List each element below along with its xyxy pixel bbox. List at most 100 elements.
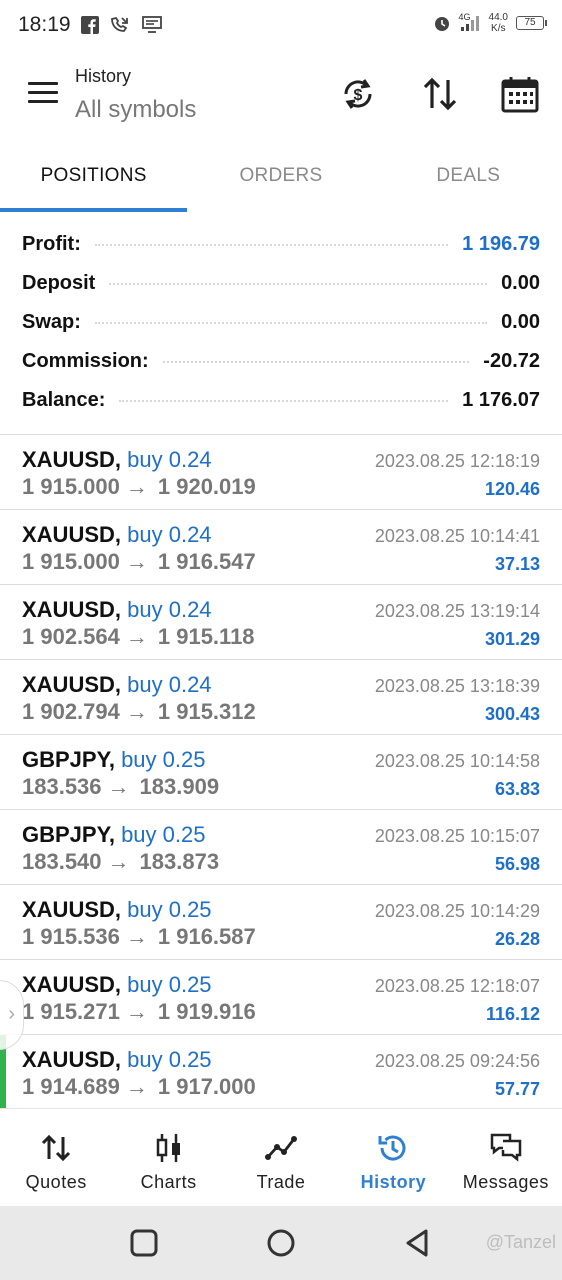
summary-value: 0.00 xyxy=(501,272,540,294)
charts-icon xyxy=(156,1134,180,1162)
position-symbol: GBPJPY, buy 0.25 xyxy=(22,747,206,772)
summary-row-profit: Profit: 1 196.79 xyxy=(0,225,562,264)
position-time: 2023.08.25 13:18:39 xyxy=(374,676,540,696)
position-profit: 300.43 xyxy=(484,704,540,724)
alarm-icon xyxy=(434,17,449,31)
summary-row-commission: Commission: -20.72 xyxy=(0,342,562,381)
battery-indicator: 75 xyxy=(516,16,547,30)
position-symbol: XAUUSD, buy 0.25 xyxy=(22,972,212,997)
position-time: 2023.08.25 12:18:19 xyxy=(374,451,540,471)
position-profit: 120.46 xyxy=(484,479,540,499)
chevron-right-icon: › xyxy=(8,1003,15,1025)
list-item[interactable]: XAUUSD, buy 0.25 1 915.271 → 1 919.916 202… xyxy=(0,960,562,1035)
svg-text:$: $ xyxy=(354,87,363,104)
net-speed-value: 44.0 xyxy=(488,12,508,23)
nav-label: History xyxy=(360,1172,427,1192)
position-symbol: XAUUSD, buy 0.24 xyxy=(22,522,212,547)
nav-history[interactable]: History xyxy=(337,1109,449,1206)
status-bar: 18:19 4G 44.0 K/s 75 xyxy=(0,0,562,50)
tab-deals[interactable]: DEALS xyxy=(375,150,562,212)
arrow-icon: → xyxy=(125,549,148,574)
list-item[interactable]: XAUUSD, buy 0.24 1 915.000 → 1 920.019 202… xyxy=(0,435,562,510)
arrow-icon: → xyxy=(125,924,148,949)
dotted-leader xyxy=(109,282,488,285)
position-profit: 26.28 xyxy=(494,929,540,949)
position-symbol: XAUUSD, buy 0.24 xyxy=(22,597,212,622)
position-time: 2023.08.25 12:18:07 xyxy=(374,976,540,996)
network-type-label: 4G xyxy=(458,12,471,22)
nav-quotes[interactable]: Quotes xyxy=(0,1109,112,1206)
account-summary: Profit: 1 196.79 Deposit 0.00 Swap: 0.00… xyxy=(0,225,562,420)
arrow-icon: → xyxy=(125,999,148,1024)
dotted-leader xyxy=(94,321,488,324)
position-symbol: XAUUSD, buy 0.25 xyxy=(22,897,212,922)
arrow-icon: → xyxy=(125,474,148,499)
dotted-leader xyxy=(94,243,449,246)
desktop-notification-icon xyxy=(141,16,162,33)
summary-row-swap: Swap: 0.00 xyxy=(0,303,562,342)
net-speed: 44.0 K/s xyxy=(489,12,508,34)
position-side: buy 0.25 xyxy=(121,822,206,847)
positions-list: XAUUSD, buy 0.24 1 915.000 → 1 920.019 202… xyxy=(0,435,562,1110)
sort-icon[interactable] xyxy=(420,74,460,114)
position-time: 2023.08.25 10:14:41 xyxy=(374,526,540,546)
arrow-icon: → xyxy=(107,774,130,799)
dotted-leader xyxy=(119,399,449,402)
arrow-icon: → xyxy=(125,1074,148,1099)
status-icons-right: 4G 44.0 K/s 75 xyxy=(433,12,547,34)
position-symbol: XAUUSD, buy 0.24 xyxy=(22,447,212,472)
messages-icon xyxy=(490,1133,522,1162)
position-side: buy 0.25 xyxy=(127,972,212,997)
position-side: buy 0.24 xyxy=(127,522,212,547)
position-side: buy 0.24 xyxy=(127,672,212,697)
calendar-icon[interactable] xyxy=(500,74,540,114)
facebook-icon xyxy=(80,16,99,34)
nav-charts[interactable]: Charts xyxy=(112,1109,224,1206)
position-time: 2023.08.25 10:14:58 xyxy=(374,751,540,771)
list-item[interactable]: XAUUSD, buy 0.25 1 914.689 → 1 917.000 202… xyxy=(0,1035,562,1110)
position-prices: 1 902.794 → 1 915.312 xyxy=(22,699,256,724)
summary-label: Balance: xyxy=(22,389,106,411)
position-prices: 1 914.689 → 1 917.000 xyxy=(22,1074,256,1099)
symbol-filter[interactable]: All symbols xyxy=(75,96,196,124)
nav-trade[interactable]: Trade xyxy=(225,1109,337,1206)
nav-label: Trade xyxy=(256,1172,306,1192)
history-icon xyxy=(378,1135,406,1161)
position-time: 2023.08.25 10:14:29 xyxy=(374,901,540,921)
back-icon[interactable] xyxy=(400,1226,434,1260)
home-icon[interactable] xyxy=(264,1226,298,1260)
list-item[interactable]: XAUUSD, buy 0.24 1 902.794 → 1 915.312 202… xyxy=(0,660,562,735)
list-item[interactable]: GBPJPY, buy 0.25 183.536 → 183.909 2023.08… xyxy=(0,735,562,810)
summary-label: Profit: xyxy=(22,233,81,255)
position-time: 2023.08.25 09:24:56 xyxy=(374,1051,540,1071)
recent-apps-icon[interactable] xyxy=(127,1226,161,1260)
position-prices: 1 915.536 → 1 916.587 xyxy=(22,924,256,949)
position-side: buy 0.25 xyxy=(127,1047,212,1072)
arrow-icon: → xyxy=(125,699,148,724)
nav-label: Quotes xyxy=(25,1172,87,1192)
tab-orders[interactable]: ORDERS xyxy=(187,150,374,212)
nav-label: Charts xyxy=(140,1172,197,1192)
summary-row-balance: Balance: 1 176.07 xyxy=(0,381,562,420)
position-profit: 57.77 xyxy=(494,1079,540,1099)
summary-value: 0.00 xyxy=(501,311,540,333)
position-side: buy 0.25 xyxy=(121,747,206,772)
nav-messages[interactable]: Messages xyxy=(450,1109,562,1206)
summary-value: -20.72 xyxy=(483,350,540,372)
summary-value: 1 196.79 xyxy=(462,233,540,255)
position-profit: 56.98 xyxy=(494,854,540,874)
hamburger-menu-icon[interactable] xyxy=(28,82,58,104)
summary-row-deposit: Deposit 0.00 xyxy=(0,264,562,303)
currency-exchange-icon[interactable]: $ xyxy=(338,74,378,114)
position-symbol: GBPJPY, buy 0.25 xyxy=(22,822,206,847)
position-side: buy 0.24 xyxy=(127,447,212,472)
tab-positions[interactable]: POSITIONS xyxy=(0,150,188,212)
position-prices: 1 915.000 → 1 916.547 xyxy=(22,549,256,574)
list-item[interactable]: XAUUSD, buy 0.24 1 915.000 → 1 916.547 202… xyxy=(0,510,562,585)
list-item[interactable]: XAUUSD, buy 0.25 1 915.536 → 1 916.587 202… xyxy=(0,885,562,960)
position-profit: 37.13 xyxy=(494,554,540,574)
position-profit: 63.83 xyxy=(494,779,540,799)
list-item[interactable]: GBPJPY, buy 0.25 183.540 → 183.873 2023.08… xyxy=(0,810,562,885)
list-item[interactable]: XAUUSD, buy 0.24 1 902.564 → 1 915.118 202… xyxy=(0,585,562,660)
position-prices: 183.540 → 183.873 xyxy=(22,849,220,874)
